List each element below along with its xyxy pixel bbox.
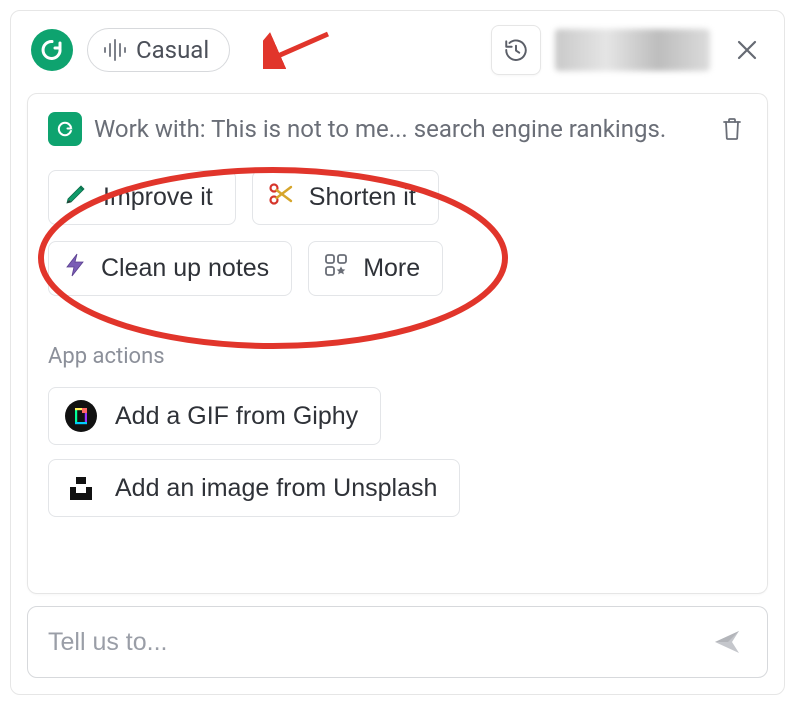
tone-selector[interactable]: Casual bbox=[87, 28, 230, 72]
quick-actions-row-2: Clean up notes More bbox=[48, 241, 747, 296]
assistant-container: Casual bbox=[10, 10, 785, 695]
work-with-row: Work with: This is not to me... search e… bbox=[48, 112, 747, 146]
more-label: More bbox=[363, 254, 420, 283]
clean-up-button[interactable]: Clean up notes bbox=[48, 241, 292, 296]
unsplash-icon bbox=[63, 470, 99, 506]
send-icon bbox=[712, 627, 742, 657]
giphy-action-button[interactable]: Add a GIF from Giphy bbox=[48, 387, 381, 445]
quick-actions-row-1: Improve it Shorten it bbox=[48, 170, 747, 225]
grammarly-badge-icon bbox=[54, 118, 76, 140]
apps-icon bbox=[323, 252, 349, 285]
prompt-input-bar bbox=[27, 606, 768, 678]
close-icon bbox=[736, 39, 758, 61]
shorten-button[interactable]: Shorten it bbox=[252, 170, 439, 225]
prompt-input[interactable] bbox=[48, 628, 707, 657]
more-button[interactable]: More bbox=[308, 241, 443, 296]
history-icon bbox=[503, 37, 529, 63]
history-button[interactable] bbox=[491, 25, 541, 75]
shorten-label: Shorten it bbox=[309, 183, 416, 212]
grammarly-icon bbox=[38, 36, 66, 64]
grammarly-badge bbox=[48, 112, 82, 146]
lightning-icon bbox=[63, 252, 87, 285]
main-panel: Work with: This is not to me... search e… bbox=[27, 93, 768, 594]
delete-button[interactable] bbox=[717, 114, 747, 144]
user-info-blurred bbox=[555, 29, 710, 71]
trash-icon bbox=[720, 116, 744, 142]
header-bar: Casual bbox=[11, 11, 784, 85]
giphy-icon bbox=[63, 398, 99, 434]
work-with-text: Work with: This is not to me... search e… bbox=[94, 115, 705, 143]
clean-up-label: Clean up notes bbox=[101, 254, 269, 283]
close-button[interactable] bbox=[730, 33, 764, 67]
improve-label: Improve it bbox=[103, 183, 213, 212]
app-actions-heading: App actions bbox=[48, 344, 747, 369]
giphy-label: Add a GIF from Giphy bbox=[115, 402, 358, 431]
grammarly-logo bbox=[31, 29, 73, 71]
send-button[interactable] bbox=[707, 622, 747, 662]
app-actions-list: Add a GIF from Giphy Add an image from U… bbox=[48, 387, 747, 531]
tone-label: Casual bbox=[136, 36, 209, 64]
scissors-icon bbox=[267, 181, 295, 214]
unsplash-action-button[interactable]: Add an image from Unsplash bbox=[48, 459, 460, 517]
unsplash-label: Add an image from Unsplash bbox=[115, 474, 437, 503]
improve-button[interactable]: Improve it bbox=[48, 170, 236, 225]
pencil-icon bbox=[63, 181, 89, 214]
waveform-icon bbox=[104, 39, 126, 61]
